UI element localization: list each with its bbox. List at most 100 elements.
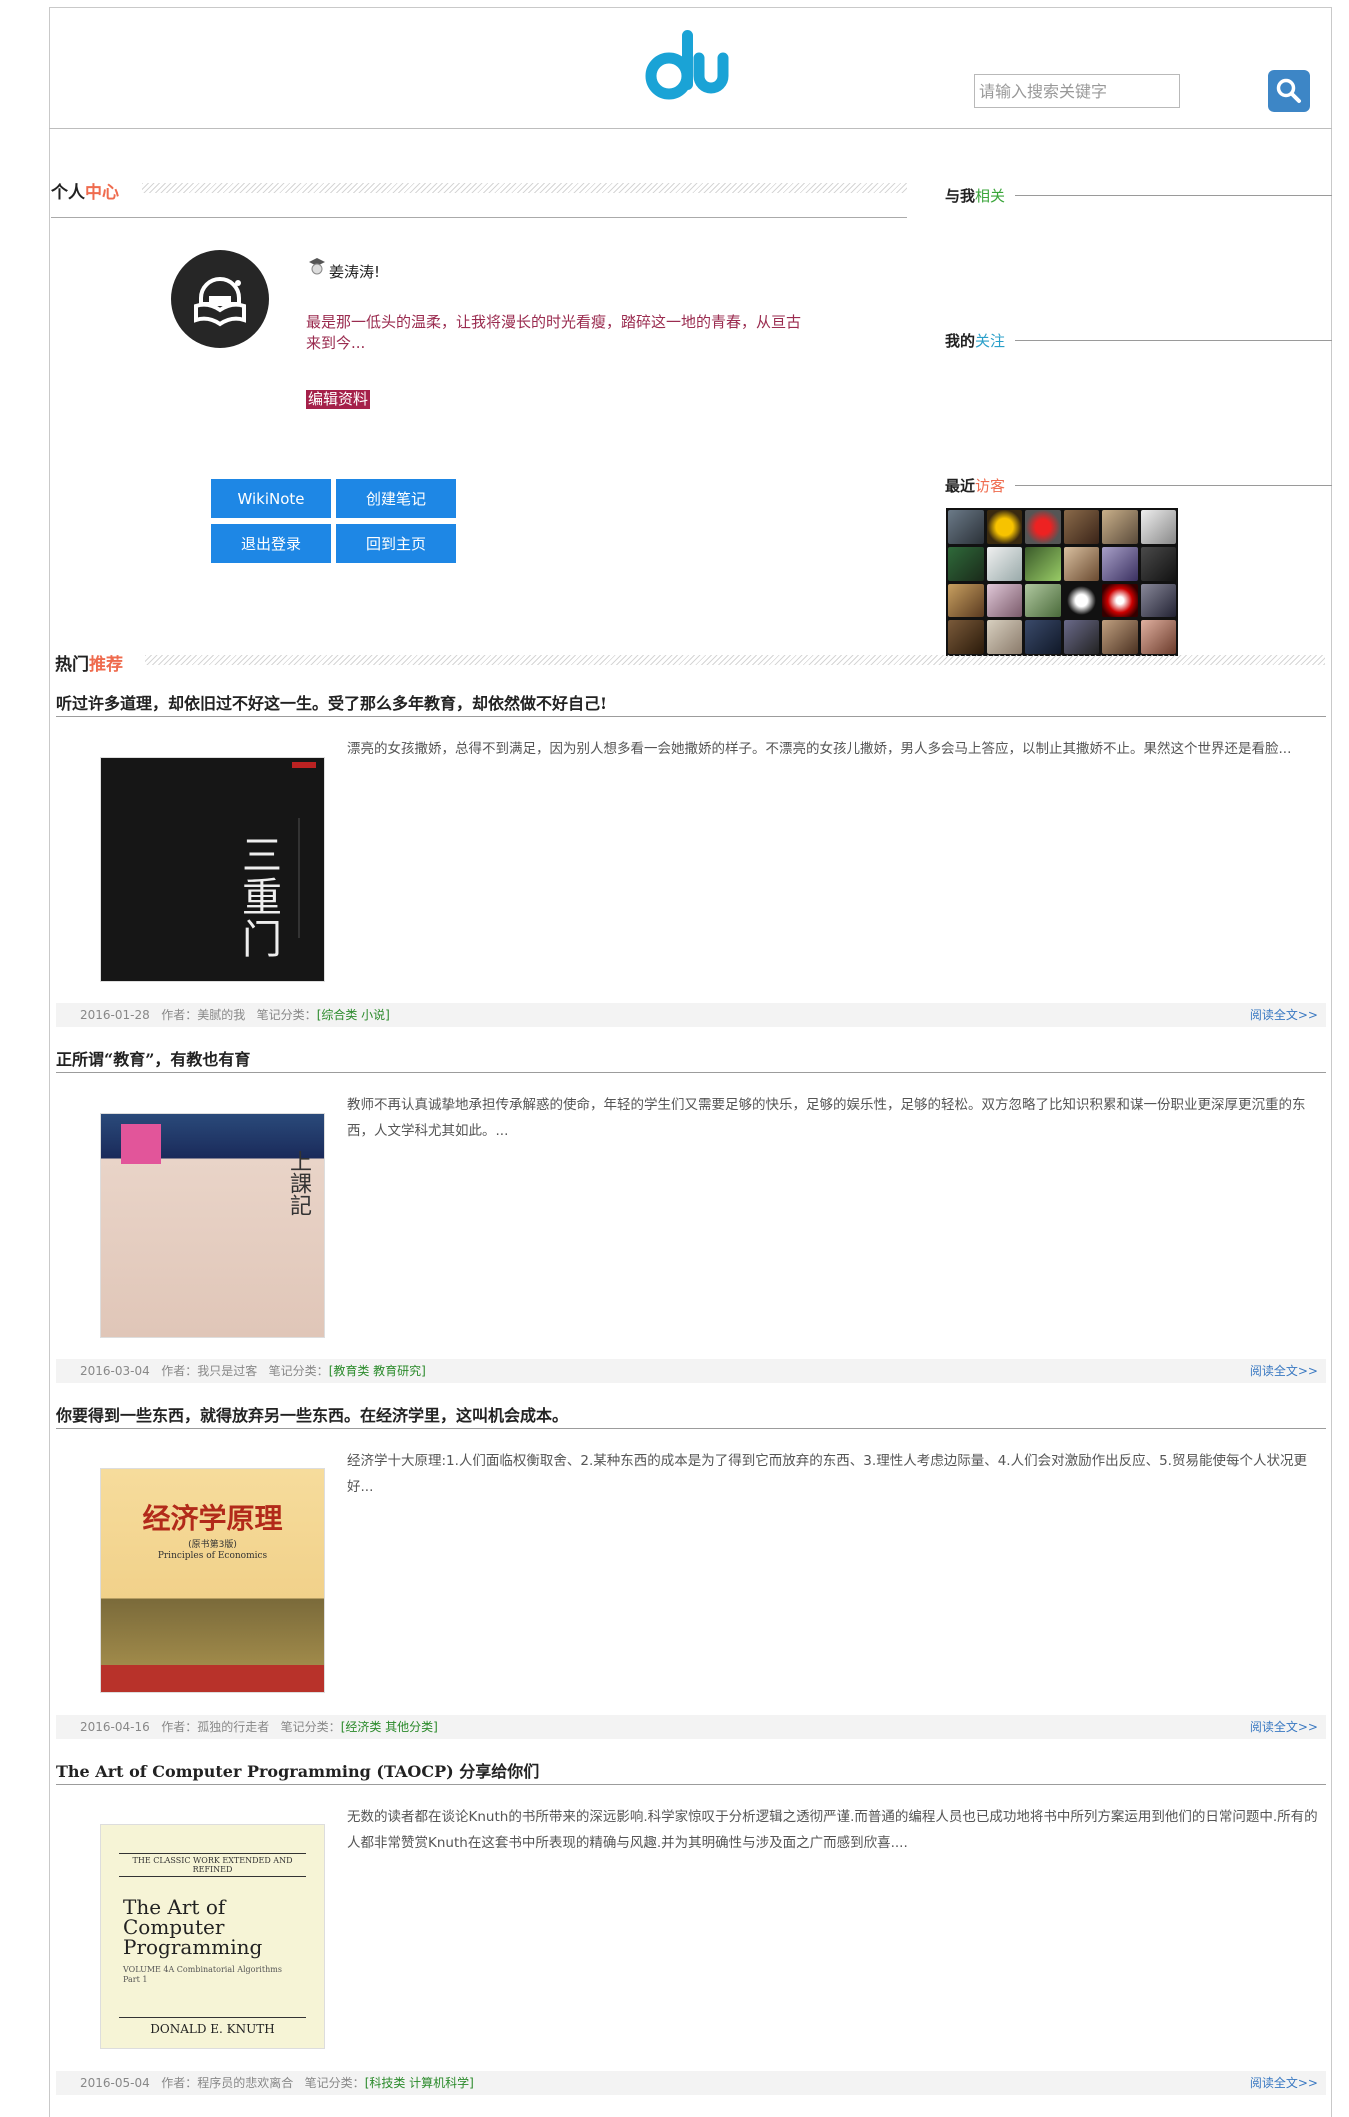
visitor-avatar[interactable] (1063, 546, 1099, 581)
book-cover[interactable]: 上課記 (100, 1113, 325, 1338)
hot-section-title: 热门推荐 (55, 650, 123, 675)
title-hatch (142, 183, 907, 193)
visitor-avatar[interactable] (1102, 583, 1138, 618)
visitor-avatar[interactable] (1102, 510, 1138, 544)
article-author: 作者：孤独的行走者 (161, 1720, 270, 1734)
article-excerpt: 经济学十大原理:1.人们面临权衡取舍、2.某种东西的成本是为了得到它而放弃的东西… (347, 1453, 1307, 1495)
article-excerpt: 漂亮的女孩撒娇，总得不到满足，因为别人想多看一会她撒娇的样子。不漂亮的女孩儿撒娇… (347, 741, 1292, 757)
visitors-title: 最近访客 (945, 475, 1005, 496)
du-logo-icon[interactable] (645, 16, 735, 106)
title-highlight: 访客 (975, 477, 1006, 495)
article-date: 2016-04-16 (80, 1720, 150, 1734)
article-date: 2016-03-04 (80, 1364, 150, 1378)
cover-title: 上課記 (286, 1150, 311, 1216)
category-label: 笔记分类： (268, 1364, 329, 1378)
meta-text: 2016-01-28 作者：美腻的我 笔记分类：[综合类 小说] (80, 1003, 390, 1027)
category-link[interactable]: [科技类 计算机科学] (365, 2076, 474, 2090)
wikinote-button[interactable]: WikiNote (211, 479, 331, 518)
visitor-avatar[interactable] (1025, 620, 1061, 654)
article-title[interactable]: The Art of Computer Programming (TAOCP) … (56, 1758, 539, 1782)
visitor-avatar[interactable] (986, 583, 1022, 618)
book-cover[interactable]: 三重门 (100, 757, 325, 982)
read-more-link[interactable]: 阅读全文>> (1250, 1003, 1318, 1027)
title-part: 与我 (945, 187, 976, 205)
visitor-avatar[interactable] (948, 546, 984, 581)
article-excerpt: 无数的读者都在谈论Knuth的书所带来的深远影响.科学家惊叹于分析逻辑之透彻严谨… (347, 1809, 1318, 1851)
following-title: 我的关注 (945, 330, 1005, 351)
divider (56, 716, 1326, 717)
visitor-avatar[interactable] (1063, 583, 1099, 618)
divider (56, 1784, 1326, 1785)
visitor-avatar[interactable] (986, 546, 1022, 581)
home-button[interactable]: 回到主页 (336, 524, 456, 563)
read-more-link[interactable]: 阅读全文>> (1250, 2071, 1318, 2095)
visitor-avatar[interactable] (986, 510, 1022, 544)
visitor-avatar[interactable] (948, 620, 984, 654)
read-more-link[interactable]: 阅读全文>> (1250, 1715, 1318, 1739)
article-author: 作者：我只是过客 (161, 1364, 258, 1378)
book-cover[interactable]: THE CLASSIC WORK EXTENDED AND REFINED Th… (100, 1824, 325, 2049)
title-highlight: 关注 (975, 332, 1006, 350)
search-button[interactable] (1268, 70, 1310, 112)
visitor-avatar[interactable] (1025, 583, 1061, 618)
visitor-avatar[interactable] (1025, 546, 1061, 581)
divider (1015, 195, 1332, 196)
avatar[interactable] (171, 250, 269, 348)
visitor-avatar[interactable] (1102, 620, 1138, 654)
visitor-avatar[interactable] (1102, 546, 1138, 581)
category-link[interactable]: [综合类 小说] (317, 1008, 390, 1022)
cover-author: DONALD E. KNUTH (119, 2017, 306, 2036)
visitor-avatar[interactable] (948, 510, 984, 544)
meta-text: 2016-04-16 作者：孤独的行走者 笔记分类：[经济类 其他分类] (80, 1715, 438, 1739)
greeting: 姜涛涛! (329, 263, 381, 281)
cover-decoration (298, 818, 300, 938)
profile-section-title: 个人中心 (51, 178, 119, 203)
visitor-avatar[interactable] (1063, 510, 1099, 544)
book-cover[interactable]: 经济学原理 (原书第3版) Principles of Economics (100, 1468, 325, 1693)
visitor-avatar[interactable] (1140, 546, 1176, 581)
create-note-button[interactable]: 创建笔记 (336, 479, 456, 518)
cover-volume: VOLUME 4A Combinatorial Algorithms Part … (123, 1965, 282, 1984)
logout-button[interactable]: 退出登录 (211, 524, 331, 563)
divider (56, 1428, 1326, 1429)
article-meta: 2016-04-16 作者：孤独的行走者 笔记分类：[经济类 其他分类] 阅读全… (56, 1715, 1326, 1739)
title-hatch (145, 655, 1325, 665)
edit-profile-link[interactable]: 编辑资料 (306, 390, 371, 409)
title-highlight: 相关 (975, 187, 1006, 205)
visitor-avatar[interactable] (1063, 620, 1099, 654)
search-input[interactable] (974, 74, 1180, 108)
divider (51, 217, 907, 218)
read-more-link[interactable]: 阅读全文>> (1250, 1359, 1318, 1383)
title-part: 最近 (945, 477, 976, 495)
cover-english-title: Principles of Economics (157, 1551, 268, 1561)
visitor-avatar[interactable] (1140, 620, 1176, 654)
divider (1015, 485, 1332, 486)
article-title[interactable]: 正所谓“教育”，有教也有育 (56, 1046, 250, 1070)
search-icon (1276, 78, 1301, 103)
visitor-avatar[interactable] (986, 620, 1022, 654)
visitor-avatar[interactable] (1140, 510, 1176, 544)
visitor-grid (946, 508, 1178, 656)
visitor-avatar[interactable] (1025, 510, 1061, 544)
article-date: 2016-01-28 (80, 1008, 150, 1022)
category-link[interactable]: [教育类 教育研究] (329, 1364, 426, 1378)
cover-tagline: THE CLASSIC WORK EXTENDED AND REFINED (119, 1853, 306, 1877)
title-part: 热门 (55, 655, 89, 675)
meta-text: 2016-03-04 作者：我只是过客 笔记分类：[教育类 教育研究] (80, 1359, 426, 1383)
astronaut-book-icon (194, 277, 246, 327)
visitor-avatar[interactable] (1140, 583, 1176, 618)
article-title[interactable]: 你要得到一些东西，就得放弃另一些东西。在经济学里，这叫机会成本。 (56, 1402, 568, 1426)
cover-edition: (原书第3版) (188, 1540, 237, 1550)
article-title[interactable]: 听过许多道理，却依旧过不好这一生。受了那么多年教育，却依然做不好自己! (56, 690, 607, 714)
article-date: 2016-05-04 (80, 2076, 150, 2090)
title-part: 个人 (51, 183, 85, 203)
cover-decoration (121, 1124, 161, 1164)
category-link[interactable]: [经济类 其他分类] (341, 1720, 438, 1734)
article-meta: 2016-05-04 作者：程序员的悲欢离合 笔记分类：[科技类 计算机科学] … (56, 2071, 1326, 2095)
cover-title: 经济学原理 (142, 1502, 283, 1535)
visitor-avatar[interactable] (948, 583, 984, 618)
cover-badge (292, 762, 316, 768)
article-excerpt: 教师不再认真诚挚地承担传承解惑的使命，年轻的学生们又需要足够的快乐，足够的娱乐性… (347, 1097, 1306, 1139)
graduate-hat-icon (309, 258, 325, 275)
divider (1015, 340, 1332, 341)
